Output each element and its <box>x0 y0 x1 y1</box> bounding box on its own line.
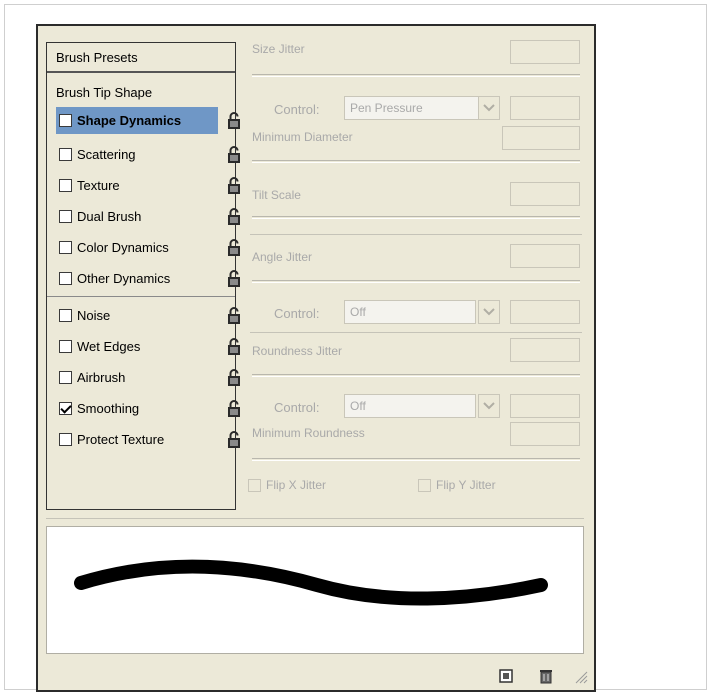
option-airbrush[interactable]: Airbrush <box>56 364 228 391</box>
flip-y-jitter[interactable]: Flip Y Jitter <box>418 478 496 492</box>
minimum-roundness-label: Minimum Roundness <box>252 426 365 440</box>
option-shape-dynamics[interactable]: Shape Dynamics <box>56 107 218 134</box>
option-other-dynamics[interactable]: Other Dynamics <box>56 265 228 292</box>
lock-icon[interactable] <box>227 338 241 356</box>
lock-icon[interactable] <box>227 208 241 226</box>
option-label: Smoothing <box>77 401 140 416</box>
checkbox[interactable] <box>59 371 72 384</box>
trash-icon[interactable] <box>538 668 554 684</box>
option-label: Dual Brush <box>77 209 142 224</box>
chevron-down-icon <box>483 308 495 316</box>
option-label: Color Dynamics <box>77 240 169 255</box>
option-label: Protect Texture <box>77 432 165 447</box>
flip-x-jitter[interactable]: Flip X Jitter <box>248 478 326 492</box>
checkbox[interactable] <box>59 340 72 353</box>
flip-y-label: Flip Y Jitter <box>436 478 496 492</box>
tilt-scale-slider[interactable] <box>252 216 580 219</box>
lock-icon[interactable] <box>227 307 241 325</box>
angle-control-dropdown-button[interactable] <box>478 300 500 324</box>
lock-icon[interactable] <box>227 270 241 288</box>
option-label: Noise <box>77 308 111 323</box>
option-texture[interactable]: Texture <box>56 172 228 199</box>
brush-tip-shape-label: Brush Tip Shape <box>56 84 153 100</box>
size-control-select[interactable]: Pen Pressure <box>344 96 498 120</box>
size-control-dropdown-button[interactable] <box>478 96 500 120</box>
lock-icon[interactable] <box>227 369 241 387</box>
checkbox[interactable] <box>59 148 72 161</box>
roundness-jitter-field[interactable] <box>510 338 580 362</box>
checkbox[interactable] <box>59 433 72 446</box>
size-control-field[interactable] <box>510 96 580 120</box>
minimum-diameter-slider[interactable] <box>252 160 580 163</box>
tilt-scale-field[interactable] <box>510 182 580 206</box>
angle-control-label: Control: <box>274 306 320 321</box>
option-label: Scattering <box>77 147 136 162</box>
size-control-label: Control: <box>274 102 320 117</box>
chevron-down-icon <box>483 402 495 410</box>
checkbox[interactable] <box>59 210 72 223</box>
size-jitter-slider[interactable] <box>252 74 580 77</box>
preview-separator <box>46 518 584 519</box>
checkbox-checked[interactable] <box>59 402 72 415</box>
new-preset-icon[interactable] <box>498 668 514 684</box>
angle-jitter-label: Angle Jitter <box>252 250 313 264</box>
lock-icon[interactable] <box>227 239 241 257</box>
resize-grip-icon[interactable] <box>572 668 588 684</box>
angle-control-select[interactable]: Off <box>344 300 476 324</box>
angle-jitter-slider[interactable] <box>252 280 580 283</box>
section-separator <box>250 332 582 333</box>
roundness-jitter-label: Roundness Jitter <box>252 344 343 358</box>
lock-icon[interactable] <box>227 112 241 130</box>
brush-presets-label: Brush Presets <box>56 49 138 65</box>
stroke-preview <box>46 526 584 654</box>
checkbox[interactable] <box>248 478 261 492</box>
chevron-down-icon <box>483 104 495 112</box>
option-dual-brush[interactable]: Dual Brush <box>56 203 228 230</box>
checkbox[interactable] <box>59 272 72 285</box>
roundness-control-select[interactable]: Off <box>344 394 476 418</box>
tilt-scale-label: Tilt Scale <box>252 188 301 202</box>
option-label: Wet Edges <box>77 339 141 354</box>
option-label: Shape Dynamics <box>77 113 182 128</box>
brush-tip-shape-item[interactable]: Brush Tip Shape <box>47 79 235 105</box>
size-jitter-label: Size Jitter <box>252 42 305 56</box>
checkbox[interactable] <box>59 309 72 322</box>
option-wet-edges[interactable]: Wet Edges <box>56 333 228 360</box>
minimum-roundness-field[interactable] <box>510 422 580 446</box>
option-protect-texture[interactable]: Protect Texture <box>56 426 228 453</box>
panel-bottom-bar <box>38 662 594 690</box>
lock-icon[interactable] <box>227 400 241 418</box>
angle-jitter-field[interactable] <box>510 244 580 268</box>
lock-icon[interactable] <box>227 431 241 449</box>
list-separator <box>47 296 235 297</box>
flip-x-label: Flip X Jitter <box>266 478 327 492</box>
brushes-panel: Brush Presets Brush Tip Shape Shape Dyna… <box>36 24 596 692</box>
minimum-diameter-field[interactable] <box>502 126 580 150</box>
checkbox[interactable] <box>59 241 72 254</box>
option-label: Airbrush <box>77 370 126 385</box>
brush-presets-item[interactable]: Brush Presets <box>47 43 235 73</box>
option-color-dynamics[interactable]: Color Dynamics <box>56 234 228 261</box>
option-label: Other Dynamics <box>77 271 171 286</box>
size-jitter-field[interactable] <box>510 40 580 64</box>
checkbox[interactable] <box>59 179 72 192</box>
brush-options-list: Brush Presets Brush Tip Shape Shape Dyna… <box>46 42 240 510</box>
roundness-control-dropdown-button[interactable] <box>478 394 500 418</box>
minimum-roundness-slider[interactable] <box>252 458 580 461</box>
lock-icon[interactable] <box>227 177 241 195</box>
minimum-diameter-label: Minimum Diameter <box>252 130 353 144</box>
option-label: Texture <box>77 178 120 193</box>
angle-control-field[interactable] <box>510 300 580 324</box>
option-noise[interactable]: Noise <box>56 302 228 329</box>
roundness-jitter-slider[interactable] <box>252 374 580 377</box>
option-smoothing[interactable]: Smoothing <box>56 395 228 422</box>
option-scattering[interactable]: Scattering <box>56 141 228 168</box>
brush-stroke-preview <box>74 559 548 606</box>
roundness-control-field[interactable] <box>510 394 580 418</box>
checkbox[interactable] <box>418 478 431 492</box>
roundness-control-label: Control: <box>274 400 320 415</box>
section-separator <box>250 234 582 235</box>
lock-icon[interactable] <box>227 146 241 164</box>
checkbox[interactable] <box>59 114 72 127</box>
